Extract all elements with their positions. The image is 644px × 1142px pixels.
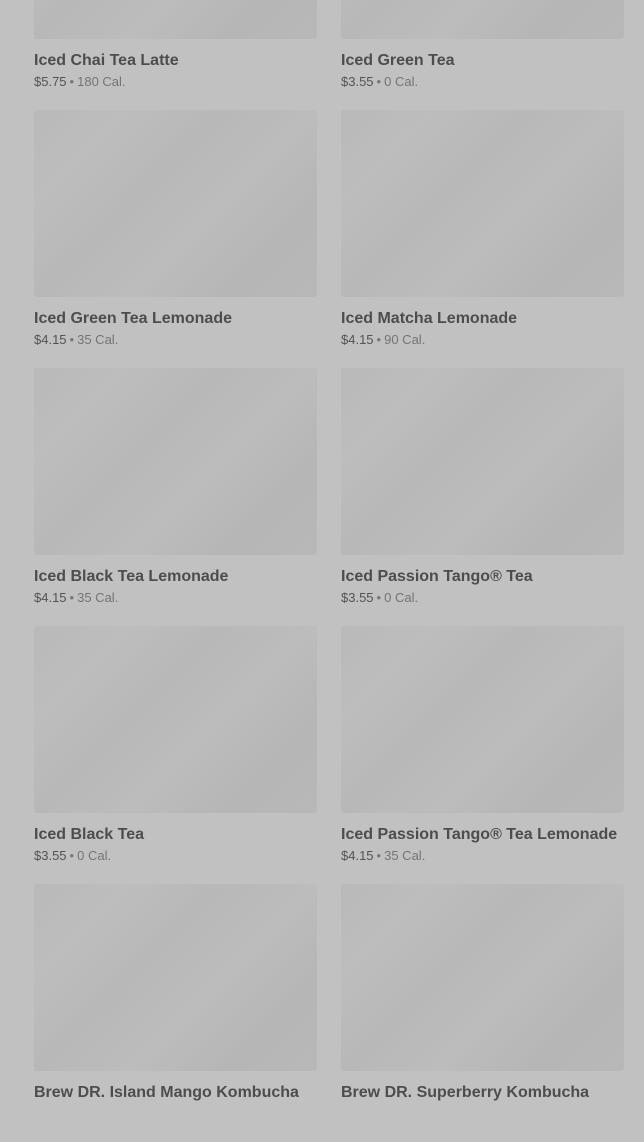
product-image[interactable] xyxy=(34,368,317,555)
product-image[interactable] xyxy=(341,368,624,555)
separator-dot: • xyxy=(376,590,382,605)
product-name[interactable]: Iced Passion Tango® Tea xyxy=(341,567,624,587)
product-image[interactable] xyxy=(341,884,624,1071)
separator-dot: • xyxy=(376,74,382,89)
product-price: $4.15 xyxy=(341,848,374,863)
product-meta: $5.75 • 180 Cal. xyxy=(34,74,317,90)
product-calories: 0 Cal. xyxy=(384,590,419,605)
product-calories: 35 Cal. xyxy=(77,590,119,605)
separator-dot: • xyxy=(69,332,75,347)
product-meta: $4.15 • 35 Cal. xyxy=(341,848,624,864)
product-image[interactable] xyxy=(34,626,317,813)
product-card-iced-matcha-lemonade[interactable]: Iced Matcha Lemonade $4.15 • 90 Cal. xyxy=(341,110,624,368)
product-price: $4.15 xyxy=(34,590,67,605)
product-card-iced-black-tea-lemonade[interactable]: Iced Black Tea Lemonade $4.15 • 35 Cal. xyxy=(34,368,317,626)
product-name[interactable]: Iced Black Tea Lemonade xyxy=(34,567,317,587)
product-price: $3.55 xyxy=(341,590,374,605)
product-card-iced-passion-tango-tea[interactable]: Iced Passion Tango® Tea $3.55 • 0 Cal. xyxy=(341,368,624,626)
product-meta: $3.55 • 0 Cal. xyxy=(34,848,317,864)
product-card-brew-dr-island-mango-kombucha[interactable]: Brew DR. Island Mango Kombucha xyxy=(34,884,317,1142)
product-calories: 90 Cal. xyxy=(384,332,426,347)
product-card-iced-green-tea[interactable]: Iced Green Tea $3.55 • 0 Cal. xyxy=(341,0,624,110)
product-name[interactable]: Iced Green Tea xyxy=(341,51,624,71)
product-price: $4.15 xyxy=(34,332,67,347)
separator-dot: • xyxy=(69,74,75,89)
product-calories: 0 Cal. xyxy=(384,74,419,89)
product-meta: $4.15 • 35 Cal. xyxy=(34,332,317,348)
product-name[interactable]: Iced Matcha Lemonade xyxy=(341,309,624,329)
product-price: $3.55 xyxy=(341,74,374,89)
product-card-iced-green-tea-lemonade[interactable]: Iced Green Tea Lemonade $4.15 • 35 Cal. xyxy=(34,110,317,368)
product-name[interactable]: Iced Black Tea xyxy=(34,825,317,845)
product-image[interactable] xyxy=(34,0,317,39)
product-name[interactable]: Brew DR. Island Mango Kombucha xyxy=(34,1083,317,1103)
product-meta: $3.55 • 0 Cal. xyxy=(341,74,624,90)
product-meta: $4.15 • 90 Cal. xyxy=(341,332,624,348)
product-card-iced-black-tea[interactable]: Iced Black Tea $3.55 • 0 Cal. xyxy=(34,626,317,884)
product-grid: Iced Chai Tea Latte $5.75 • 180 Cal. Iced … xyxy=(34,0,624,1142)
separator-dot: • xyxy=(69,848,75,863)
product-calories: 180 Cal. xyxy=(77,74,126,89)
product-meta: $4.15 • 35 Cal. xyxy=(34,590,317,606)
product-name[interactable]: Brew DR. Superberry Kombucha xyxy=(341,1083,624,1103)
product-image[interactable] xyxy=(34,884,317,1071)
product-name[interactable]: Iced Chai Tea Latte xyxy=(34,51,317,71)
product-card-brew-dr-superberry-kombucha[interactable]: Brew DR. Superberry Kombucha xyxy=(341,884,624,1142)
product-name[interactable]: Iced Green Tea Lemonade xyxy=(34,309,317,329)
product-image[interactable] xyxy=(341,626,624,813)
product-price: $5.75 xyxy=(34,74,67,89)
product-price: $4.15 xyxy=(341,332,374,347)
product-card-iced-passion-tango-tea-lemonade[interactable]: Iced Passion Tango® Tea Lemonade $4.15 • 3… xyxy=(341,626,624,884)
product-image[interactable] xyxy=(34,110,317,297)
product-calories: 0 Cal. xyxy=(77,848,112,863)
separator-dot: • xyxy=(376,848,382,863)
separator-dot: • xyxy=(376,332,382,347)
product-meta: $3.55 • 0 Cal. xyxy=(341,590,624,606)
product-image[interactable] xyxy=(341,110,624,297)
product-image[interactable] xyxy=(341,0,624,39)
product-price: $3.55 xyxy=(34,848,67,863)
product-name[interactable]: Iced Passion Tango® Tea Lemonade xyxy=(341,825,624,845)
product-calories: 35 Cal. xyxy=(384,848,426,863)
separator-dot: • xyxy=(69,590,75,605)
product-calories: 35 Cal. xyxy=(77,332,119,347)
product-card-iced-chai-tea-latte[interactable]: Iced Chai Tea Latte $5.75 • 180 Cal. xyxy=(34,0,317,110)
